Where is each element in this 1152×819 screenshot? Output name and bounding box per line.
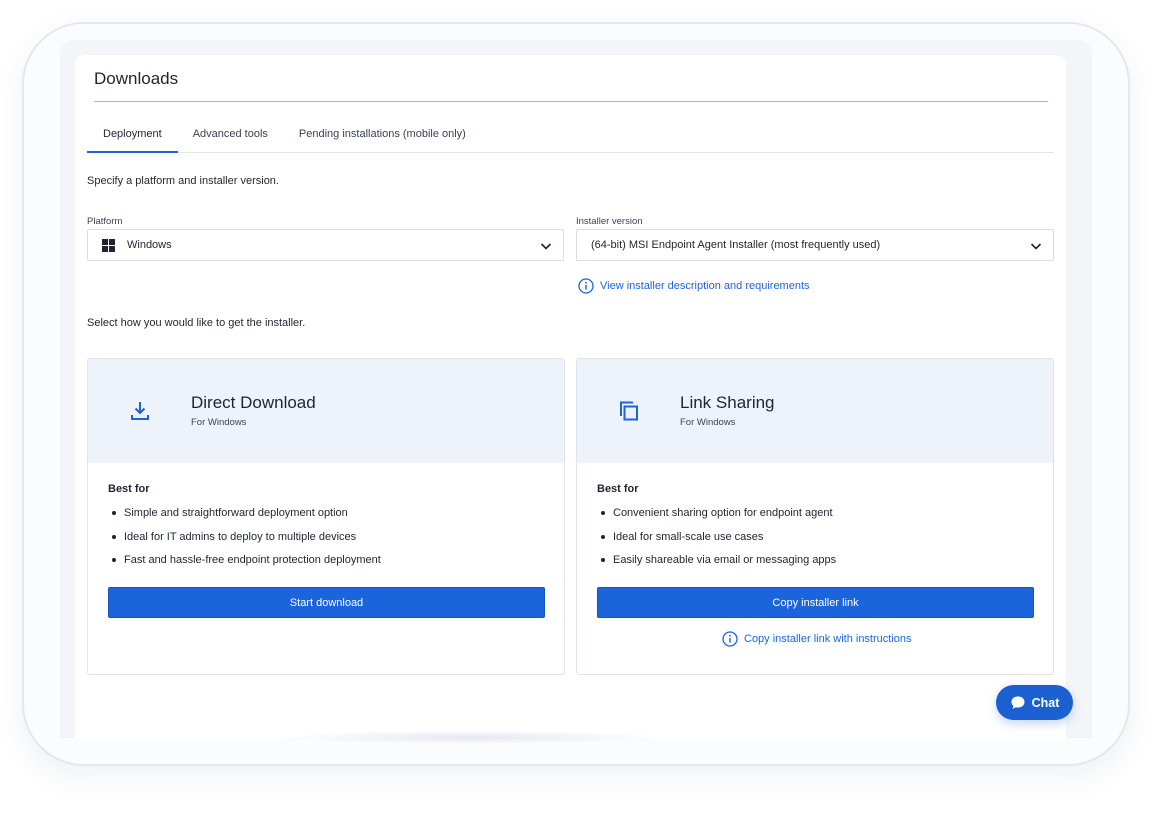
platform-label: Platform	[87, 216, 123, 227]
list-item: Ideal for small-scale use cases	[597, 528, 836, 552]
list-item: Simple and straightforward deployment op…	[108, 504, 381, 528]
benefit-list: Convenient sharing option for endpoint a…	[597, 504, 836, 575]
best-for-heading: Best for	[597, 483, 639, 495]
method-instructions: Select how you would like to get the ins…	[87, 317, 306, 329]
chat-button[interactable]: Chat	[996, 685, 1073, 720]
card-header: Direct Download For Windows	[88, 359, 564, 463]
platform-select[interactable]: Windows	[87, 229, 564, 261]
direct-download-card: Direct Download For Windows Best for Sim…	[87, 358, 565, 675]
windows-icon	[102, 238, 115, 252]
list-item: Ideal for IT admins to deploy to multipl…	[108, 528, 381, 552]
platform-instructions: Specify a platform and installer version…	[87, 175, 279, 187]
copy-installer-link-button[interactable]: Copy installer link	[597, 587, 1034, 618]
card-header: Link Sharing For Windows	[577, 359, 1053, 463]
list-item: Convenient sharing option for endpoint a…	[597, 504, 836, 528]
card-subtitle: For Windows	[680, 417, 736, 428]
title-divider	[94, 101, 1048, 102]
downloads-panel: Downloads Deployment Advanced tools Pend…	[75, 55, 1066, 738]
installer-info-link-text: View installer description and requireme…	[600, 280, 810, 292]
platform-value: Windows	[127, 239, 172, 251]
tab-advanced-tools[interactable]: Advanced tools	[178, 119, 283, 153]
tab-pending-installations[interactable]: Pending installations (mobile only)	[283, 119, 482, 153]
start-download-button[interactable]: Start download	[108, 587, 545, 618]
best-for-heading: Best for	[108, 483, 150, 495]
chat-label: Chat	[1031, 695, 1060, 710]
installer-info-link[interactable]: View installer description and requireme…	[578, 278, 810, 294]
info-icon	[578, 278, 594, 294]
installer-version-label: Installer version	[576, 216, 643, 227]
chevron-down-icon	[1030, 243, 1042, 250]
installer-version-select[interactable]: (64-bit) MSI Endpoint Agent Installer (m…	[576, 229, 1054, 261]
list-item: Fast and hassle-free endpoint protection…	[108, 551, 381, 575]
installer-version-value: (64-bit) MSI Endpoint Agent Installer (m…	[591, 239, 881, 251]
chevron-down-icon	[540, 243, 552, 250]
device-shadow	[280, 730, 660, 744]
card-subtitle: For Windows	[191, 417, 247, 428]
copy-link-with-instructions-text: Copy installer link with instructions	[744, 633, 912, 645]
card-title: Direct Download	[191, 393, 316, 412]
tab-bar: Deployment Advanced tools Pending instal…	[87, 119, 1054, 153]
copy-link-with-instructions-link[interactable]: Copy installer link with instructions	[722, 631, 912, 647]
list-item: Easily shareable via email or messaging …	[597, 551, 836, 575]
page-title: Downloads	[94, 69, 179, 88]
chat-bubble-icon	[1011, 696, 1025, 709]
link-sharing-card: Link Sharing For Windows Best for Conven…	[576, 358, 1054, 675]
tab-deployment[interactable]: Deployment	[87, 119, 178, 153]
download-icon	[131, 402, 149, 420]
info-icon	[722, 631, 738, 647]
benefit-list: Simple and straightforward deployment op…	[108, 504, 381, 575]
card-title: Link Sharing	[680, 393, 775, 412]
copy-icon	[620, 401, 638, 421]
